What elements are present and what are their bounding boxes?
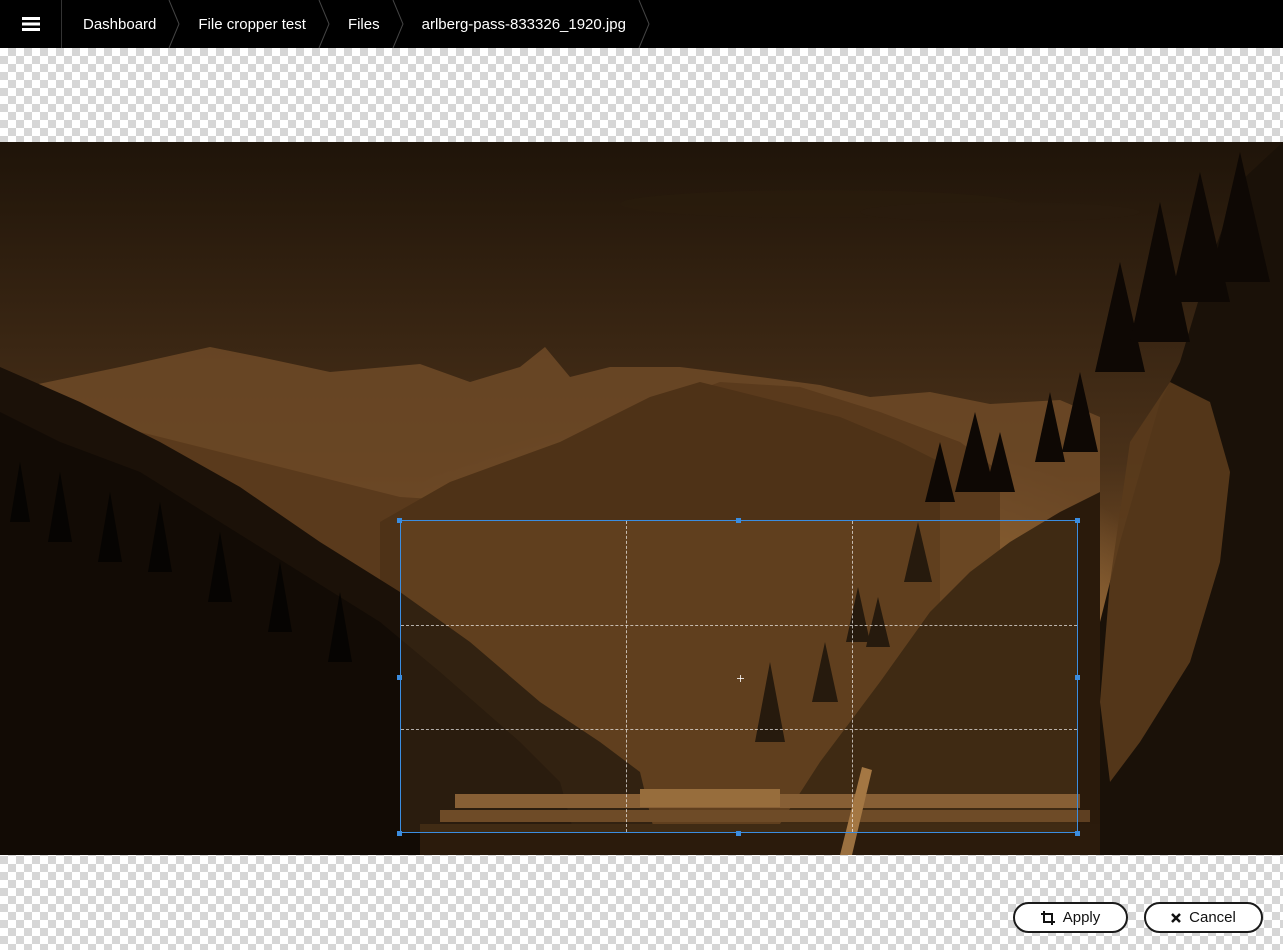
- crop-handle-ne[interactable]: [1075, 518, 1080, 523]
- breadcrumb-label: arlberg-pass-833326_1920.jpg: [421, 15, 626, 33]
- breadcrumb-item-current-file[interactable]: arlberg-pass-833326_1920.jpg: [402, 0, 650, 48]
- breadcrumb-label: Dashboard: [83, 15, 157, 33]
- crop-handle-e[interactable]: [1075, 675, 1080, 680]
- breadcrumb-separator-icon: [638, 0, 650, 48]
- top-bar: Dashboard File cropper test Files arlber…: [0, 0, 1283, 48]
- transparency-checkerboard-top: [0, 48, 1283, 142]
- crop-icon: [1040, 910, 1055, 925]
- crop-handle-sw[interactable]: [397, 831, 402, 836]
- crop-center-crosshair-icon: [737, 675, 744, 682]
- hamburger-menu-icon: [21, 17, 40, 31]
- crop-selection-box[interactable]: [400, 520, 1078, 833]
- close-icon: [1171, 912, 1182, 923]
- apply-button[interactable]: Apply: [1013, 902, 1128, 933]
- breadcrumb-label: File cropper test: [198, 15, 306, 33]
- apply-button-label: Apply: [1062, 909, 1101, 926]
- breadcrumb-item-files[interactable]: Files: [328, 0, 404, 48]
- cancel-button-label: Cancel: [1189, 909, 1236, 926]
- crop-grid-line: [852, 521, 853, 832]
- breadcrumb-item-file-cropper-test[interactable]: File cropper test: [178, 0, 330, 48]
- crop-handle-s[interactable]: [736, 831, 741, 836]
- cancel-button[interactable]: Cancel: [1144, 902, 1263, 933]
- crop-grid-line: [401, 625, 1077, 626]
- breadcrumb-label: Files: [347, 15, 380, 33]
- crop-handle-se[interactable]: [1075, 831, 1080, 836]
- menu-button[interactable]: [0, 0, 62, 48]
- crop-grid-line: [401, 729, 1077, 730]
- crop-handle-n[interactable]: [736, 518, 741, 523]
- crop-handle-nw[interactable]: [397, 518, 402, 523]
- breadcrumb: Dashboard File cropper test Files arlber…: [62, 0, 650, 48]
- crop-grid-line: [626, 521, 627, 832]
- breadcrumb-item-dashboard[interactable]: Dashboard: [62, 0, 180, 48]
- crop-handle-w[interactable]: [397, 675, 402, 680]
